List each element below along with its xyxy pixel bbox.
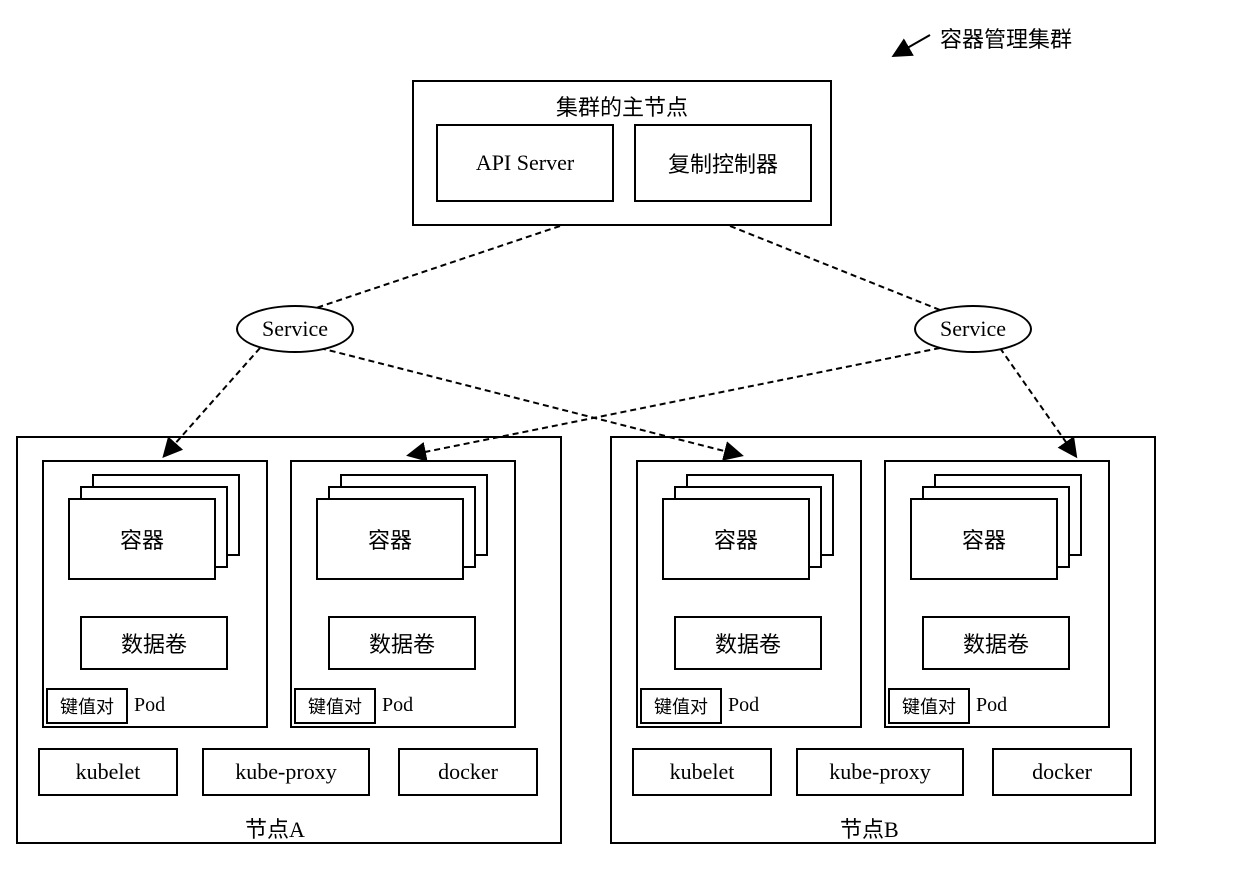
node-a-pod-2-kvpair: 键值对 [294, 688, 376, 724]
service-1-label: Service [262, 316, 328, 342]
node-b-docker-label: docker [1032, 759, 1092, 785]
cluster-title: 容器管理集群 [940, 22, 1072, 54]
node-a-pod-2-container-layer-1: 容器 [316, 498, 464, 580]
node-b-pod-2-label: Pod [976, 694, 1007, 717]
api-server-box: API Server [436, 124, 614, 202]
node-b-pod-2-kvpair-label: 键值对 [902, 693, 956, 719]
node-b-pod-1-volume-label: 数据卷 [715, 627, 781, 659]
node-b-pod-2-container-label: 容器 [962, 523, 1006, 555]
node-b-pod-2-container-layer-1: 容器 [910, 498, 1058, 580]
node-a-docker: docker [398, 748, 538, 796]
service-2-ellipse: Service [914, 305, 1032, 353]
node-a-pod-2-container-label: 容器 [368, 523, 412, 555]
node-b-pod-1-kvpair: 键值对 [640, 688, 722, 724]
node-a-name: 节点A [245, 812, 305, 844]
node-b-kube-proxy: kube-proxy [796, 748, 964, 796]
node-b-pod-1-label: Pod [728, 694, 759, 717]
node-b-pod-2-volume-label: 数据卷 [963, 627, 1029, 659]
node-b-kubelet: kubelet [632, 748, 772, 796]
node-b-name: 节点B [840, 812, 899, 844]
node-b-pod-1-container-layer-1: 容器 [662, 498, 810, 580]
node-a-kube-proxy: kube-proxy [202, 748, 370, 796]
node-b-pod-1-kvpair-label: 键值对 [654, 693, 708, 719]
node-b-docker: docker [992, 748, 1132, 796]
node-b-pod-2-kvpair: 键值对 [888, 688, 970, 724]
replication-controller-box: 复制控制器 [634, 124, 812, 202]
service-1-ellipse: Service [236, 305, 354, 353]
api-server-label: API Server [476, 150, 574, 176]
node-a-pod-2-volume: 数据卷 [328, 616, 476, 670]
node-a-pod-1-kvpair-label: 键值对 [60, 693, 114, 719]
node-a-pod-2-kvpair-label: 键值对 [308, 693, 362, 719]
node-b-kubelet-label: kubelet [670, 759, 735, 785]
node-a-pod-1-volume-label: 数据卷 [121, 627, 187, 659]
node-a-pod-1-container-layer-1: 容器 [68, 498, 216, 580]
node-a-pod-1-container-label: 容器 [120, 523, 164, 555]
node-b-pod-1-container-label: 容器 [714, 523, 758, 555]
node-a-pod-2-volume-label: 数据卷 [369, 627, 435, 659]
node-a-kubelet-label: kubelet [76, 759, 141, 785]
node-b-pod-1-volume: 数据卷 [674, 616, 822, 670]
node-a-pod-1-kvpair: 键值对 [46, 688, 128, 724]
node-a-kube-proxy-label: kube-proxy [235, 759, 336, 785]
node-b-kube-proxy-label: kube-proxy [829, 759, 930, 785]
node-a-pod-1-label: Pod [134, 694, 165, 717]
service-2-label: Service [940, 316, 1006, 342]
node-a-kubelet: kubelet [38, 748, 178, 796]
master-title: 集群的主节点 [556, 90, 688, 122]
node-a-pod-2-label: Pod [382, 694, 413, 717]
node-b-pod-2-volume: 数据卷 [922, 616, 1070, 670]
node-a-pod-1-volume: 数据卷 [80, 616, 228, 670]
node-a-docker-label: docker [438, 759, 498, 785]
replication-controller-label: 复制控制器 [668, 147, 778, 179]
